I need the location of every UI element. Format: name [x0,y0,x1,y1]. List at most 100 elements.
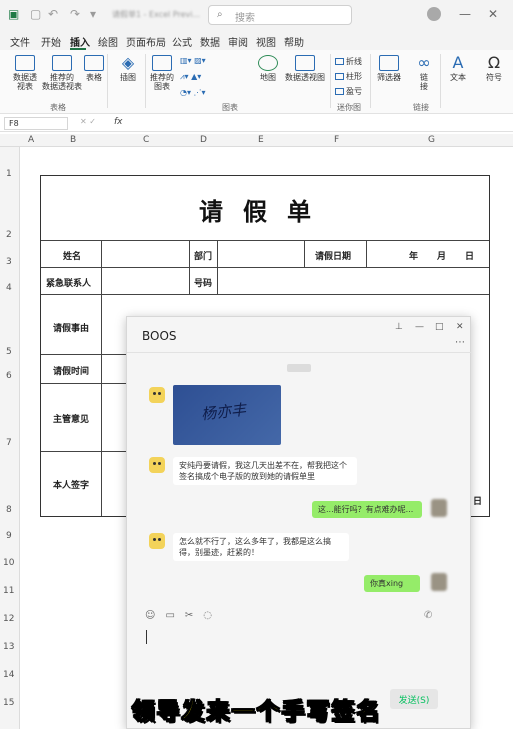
scissors-icon[interactable]: ✂ [185,610,193,621]
column-header[interactable]: B [70,135,76,145]
tab-file[interactable]: 文件 [10,34,30,49]
column-header[interactable]: G [428,135,435,145]
row-header[interactable]: 12 [3,614,14,624]
boss-avatar[interactable] [149,387,165,403]
ribbon-divider [330,54,331,108]
row-header[interactable]: 14 [3,670,14,680]
filter-icon [379,55,399,71]
chat-bubble-icon[interactable]: ◌ [203,610,212,621]
signature-day-label: 日 [473,497,483,507]
minimize-icon[interactable]: — [459,7,471,21]
save-icon[interactable]: ▢ [30,7,41,21]
table-icon [84,55,104,71]
recommended-pivot-button[interactable]: 推荐的 数据透视表 [42,55,82,91]
row-header[interactable]: 1 [6,169,12,179]
row-header[interactable]: 9 [6,531,12,541]
form-gridline [101,240,102,516]
name-label: 姓名 [63,252,82,262]
maximize-icon[interactable]: □ [435,322,444,332]
pivot-chart-button[interactable]: 数据透视图 [283,55,327,82]
tab-review[interactable]: 审阅 [228,34,248,49]
tab-insert[interactable]: 插入 [70,34,90,49]
illustrations-button[interactable]: ◈ 插图 [114,55,142,83]
tab-page-layout[interactable]: 页面布局 [126,34,166,49]
emoji-icon[interactable]: ☺ [145,610,155,621]
user-avatar[interactable] [427,7,441,21]
form-title: 请假单 [199,198,331,226]
phone-icon[interactable]: ✆ [424,610,432,621]
avatar-eye [153,392,156,395]
row-header[interactable]: 4 [6,283,12,293]
search-input[interactable]: ⌕ 搜索 [208,5,352,25]
avatar-eye [153,538,156,541]
row-header[interactable]: 8 [6,505,12,515]
name-box[interactable]: F8 [4,117,68,130]
close-icon[interactable]: ✕ [456,322,464,332]
sparkline-line-label: 折线 [346,57,362,66]
illustrations-label: 插图 [120,73,136,82]
manager-opinion-label: 主管意见 [53,415,90,425]
pie-chart-icon[interactable]: ◔▾ ⋰▾ [180,88,206,97]
tab-home[interactable]: 开始 [41,34,61,49]
outgoing-message[interactable]: 这...能行吗？有点难办呢... [312,501,422,518]
boss-avatar[interactable] [149,457,165,473]
incoming-message[interactable]: 怎么就不行了，这么多年了，我都是这么搞得，别墨迹，赶紧的！ [173,533,349,561]
incoming-message[interactable]: 安纯丹要请假，我这几天出差不在，帮我把这个签名搞成个电子版的放到她的请假单里 [173,457,357,485]
column-header[interactable]: D [200,135,207,145]
column-header[interactable]: E [258,135,264,145]
row-header[interactable]: 7 [6,438,12,448]
row-header[interactable]: 13 [3,642,14,652]
sparkline-line-icon [335,58,344,65]
text-cursor [146,630,147,644]
row-headers: 1 2 3 4 5 6 7 8 9 10 11 12 13 14 15 [0,147,20,729]
sparkline-column-icon [335,73,344,80]
globe-icon [258,55,278,71]
text-icon: A [452,53,464,72]
ribbon-tabs: 文件 开始 插入 绘图 页面布局 公式 数据 审阅 视图 帮助 ⇪ 共享 [0,30,513,79]
cancel-enter-icon[interactable]: ✕ ✓ [80,117,96,126]
tab-data[interactable]: 数据 [200,34,220,49]
more-options-icon[interactable]: ⋯ [455,337,465,348]
tab-formulas[interactable]: 公式 [172,34,192,49]
chat-title: BOOS [142,329,177,343]
signature-image[interactable]: 杨亦丰 [173,385,281,445]
text-button[interactable]: A 文本 [446,53,470,83]
column-header[interactable]: F [334,135,339,145]
row-header[interactable]: 2 [6,230,12,240]
close-window-icon[interactable]: ✕ [488,7,498,21]
boss-avatar[interactable] [149,533,165,549]
row-header[interactable]: 3 [6,257,12,267]
line-chart-icon[interactable]: ⩘▾ ▲▾ [180,72,201,82]
map-button[interactable]: 地图 [256,55,280,82]
redo-icon[interactable]: ↷ [70,7,80,21]
tab-view[interactable]: 视图 [256,34,276,49]
pin-icon[interactable]: ⊥ [395,322,403,332]
recommended-charts-button[interactable]: 推荐的 图表 [148,55,176,91]
undo-icon[interactable]: ↶ [48,7,58,21]
my-avatar[interactable] [431,573,447,591]
symbol-button[interactable]: Ω 符号 [482,55,506,83]
function-icon[interactable]: fx [114,117,123,127]
column-header[interactable]: A [28,135,34,145]
my-avatar[interactable] [431,499,447,517]
tab-help[interactable]: 帮助 [284,34,304,49]
tab-draw[interactable]: 绘图 [98,34,118,49]
column-chart-icon[interactable]: ▥▾ ▨▾ [180,56,206,65]
table-button[interactable]: 表格 [84,55,104,82]
sparkline-line-button[interactable]: 折线 [335,56,362,67]
group-label-sparklines: 迷你图 [337,103,361,112]
customize-qat-icon[interactable]: ▾ [90,7,96,21]
link-button[interactable]: ∞ 链 接 [414,55,434,92]
outgoing-message[interactable]: 你真xing [364,575,420,592]
sparkline-column-button[interactable]: 柱形 [335,71,362,82]
row-header[interactable]: 5 [6,347,12,357]
row-header[interactable]: 11 [3,586,14,596]
column-header[interactable]: C [143,135,149,145]
sparkline-winloss-button[interactable]: 盈亏 [335,86,362,97]
slicer-button[interactable]: 筛选器 [374,55,404,82]
row-header[interactable]: 10 [3,558,14,568]
row-header[interactable]: 6 [6,371,12,381]
pivot-table-button[interactable]: 数据透 视表 [10,55,40,91]
minimize-icon[interactable]: — [415,322,424,332]
folder-icon[interactable]: ▭ [165,610,174,621]
